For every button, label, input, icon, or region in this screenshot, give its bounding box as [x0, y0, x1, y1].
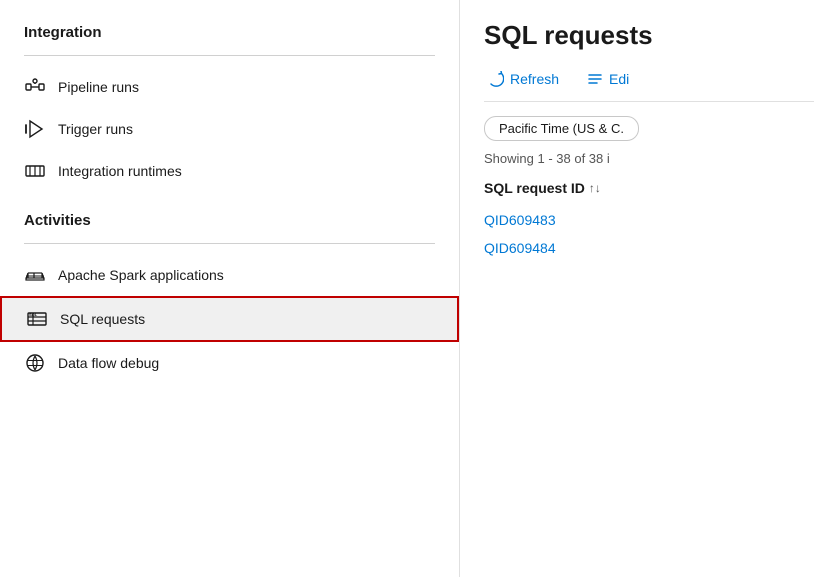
sidebar-item-pipeline-runs[interactable]: Pipeline runs [0, 66, 459, 108]
edit-label: Edi [609, 71, 629, 87]
spark-icon [24, 264, 46, 286]
sidebar-item-sql-requests[interactable]: SQL SQL requests [0, 296, 459, 342]
timezone-label: Pacific Time (US & C. [499, 121, 624, 136]
sql-request-link-1[interactable]: QID609483 [484, 212, 556, 228]
svg-text:SQL: SQL [29, 312, 38, 317]
sidebar-item-label: Integration runtimes [58, 163, 182, 179]
sidebar-item-label: Trigger runs [58, 121, 133, 137]
runtime-icon [24, 160, 46, 182]
pipeline-icon [24, 76, 46, 98]
sidebar-item-label: Apache Spark applications [58, 267, 224, 283]
activities-section-title: Activities [0, 208, 459, 237]
sidebar-item-integration-runtimes[interactable]: Integration runtimes [0, 150, 459, 192]
sql-icon: SQL [26, 308, 48, 330]
column-header-label: SQL request ID [484, 180, 585, 196]
refresh-button[interactable]: Refresh [484, 67, 563, 91]
timezone-selector[interactable]: Pacific Time (US & C. [484, 116, 639, 141]
sidebar-item-label: Pipeline runs [58, 79, 139, 95]
table-header-sql-request-id: SQL request ID ↑↓ [484, 180, 814, 196]
toolbar: Refresh Edi [484, 67, 814, 102]
showing-count: Showing 1 - 38 of 38 i [484, 151, 814, 166]
dataflow-icon [24, 352, 46, 374]
refresh-label: Refresh [510, 71, 559, 87]
sidebar-item-label: SQL requests [60, 311, 145, 327]
sidebar-item-apache-spark[interactable]: Apache Spark applications [0, 254, 459, 296]
table-row: QID609484 [484, 234, 814, 262]
sql-request-link-2[interactable]: QID609484 [484, 240, 556, 256]
activities-divider [24, 243, 435, 244]
trigger-icon [24, 118, 46, 140]
integration-divider [24, 55, 435, 56]
edit-button[interactable]: Edi [583, 67, 633, 91]
sort-icon[interactable]: ↑↓ [589, 181, 601, 195]
edit-icon [587, 71, 603, 87]
sidebar-item-label: Data flow debug [58, 355, 159, 371]
table-row: QID609483 [484, 206, 814, 234]
page-title: SQL requests [484, 20, 814, 51]
sidebar-item-data-flow-debug[interactable]: Data flow debug [0, 342, 459, 384]
sidebar-item-trigger-runs[interactable]: Trigger runs [0, 108, 459, 150]
integration-section-title: Integration [0, 20, 459, 49]
main-content: SQL requests Refresh Edi Pacific Time (U… [460, 0, 838, 577]
refresh-icon [488, 71, 504, 87]
sidebar: Integration Pipeline runs Trigger runs [0, 0, 460, 577]
activities-section: Activities Apache Spark applications [0, 208, 459, 384]
